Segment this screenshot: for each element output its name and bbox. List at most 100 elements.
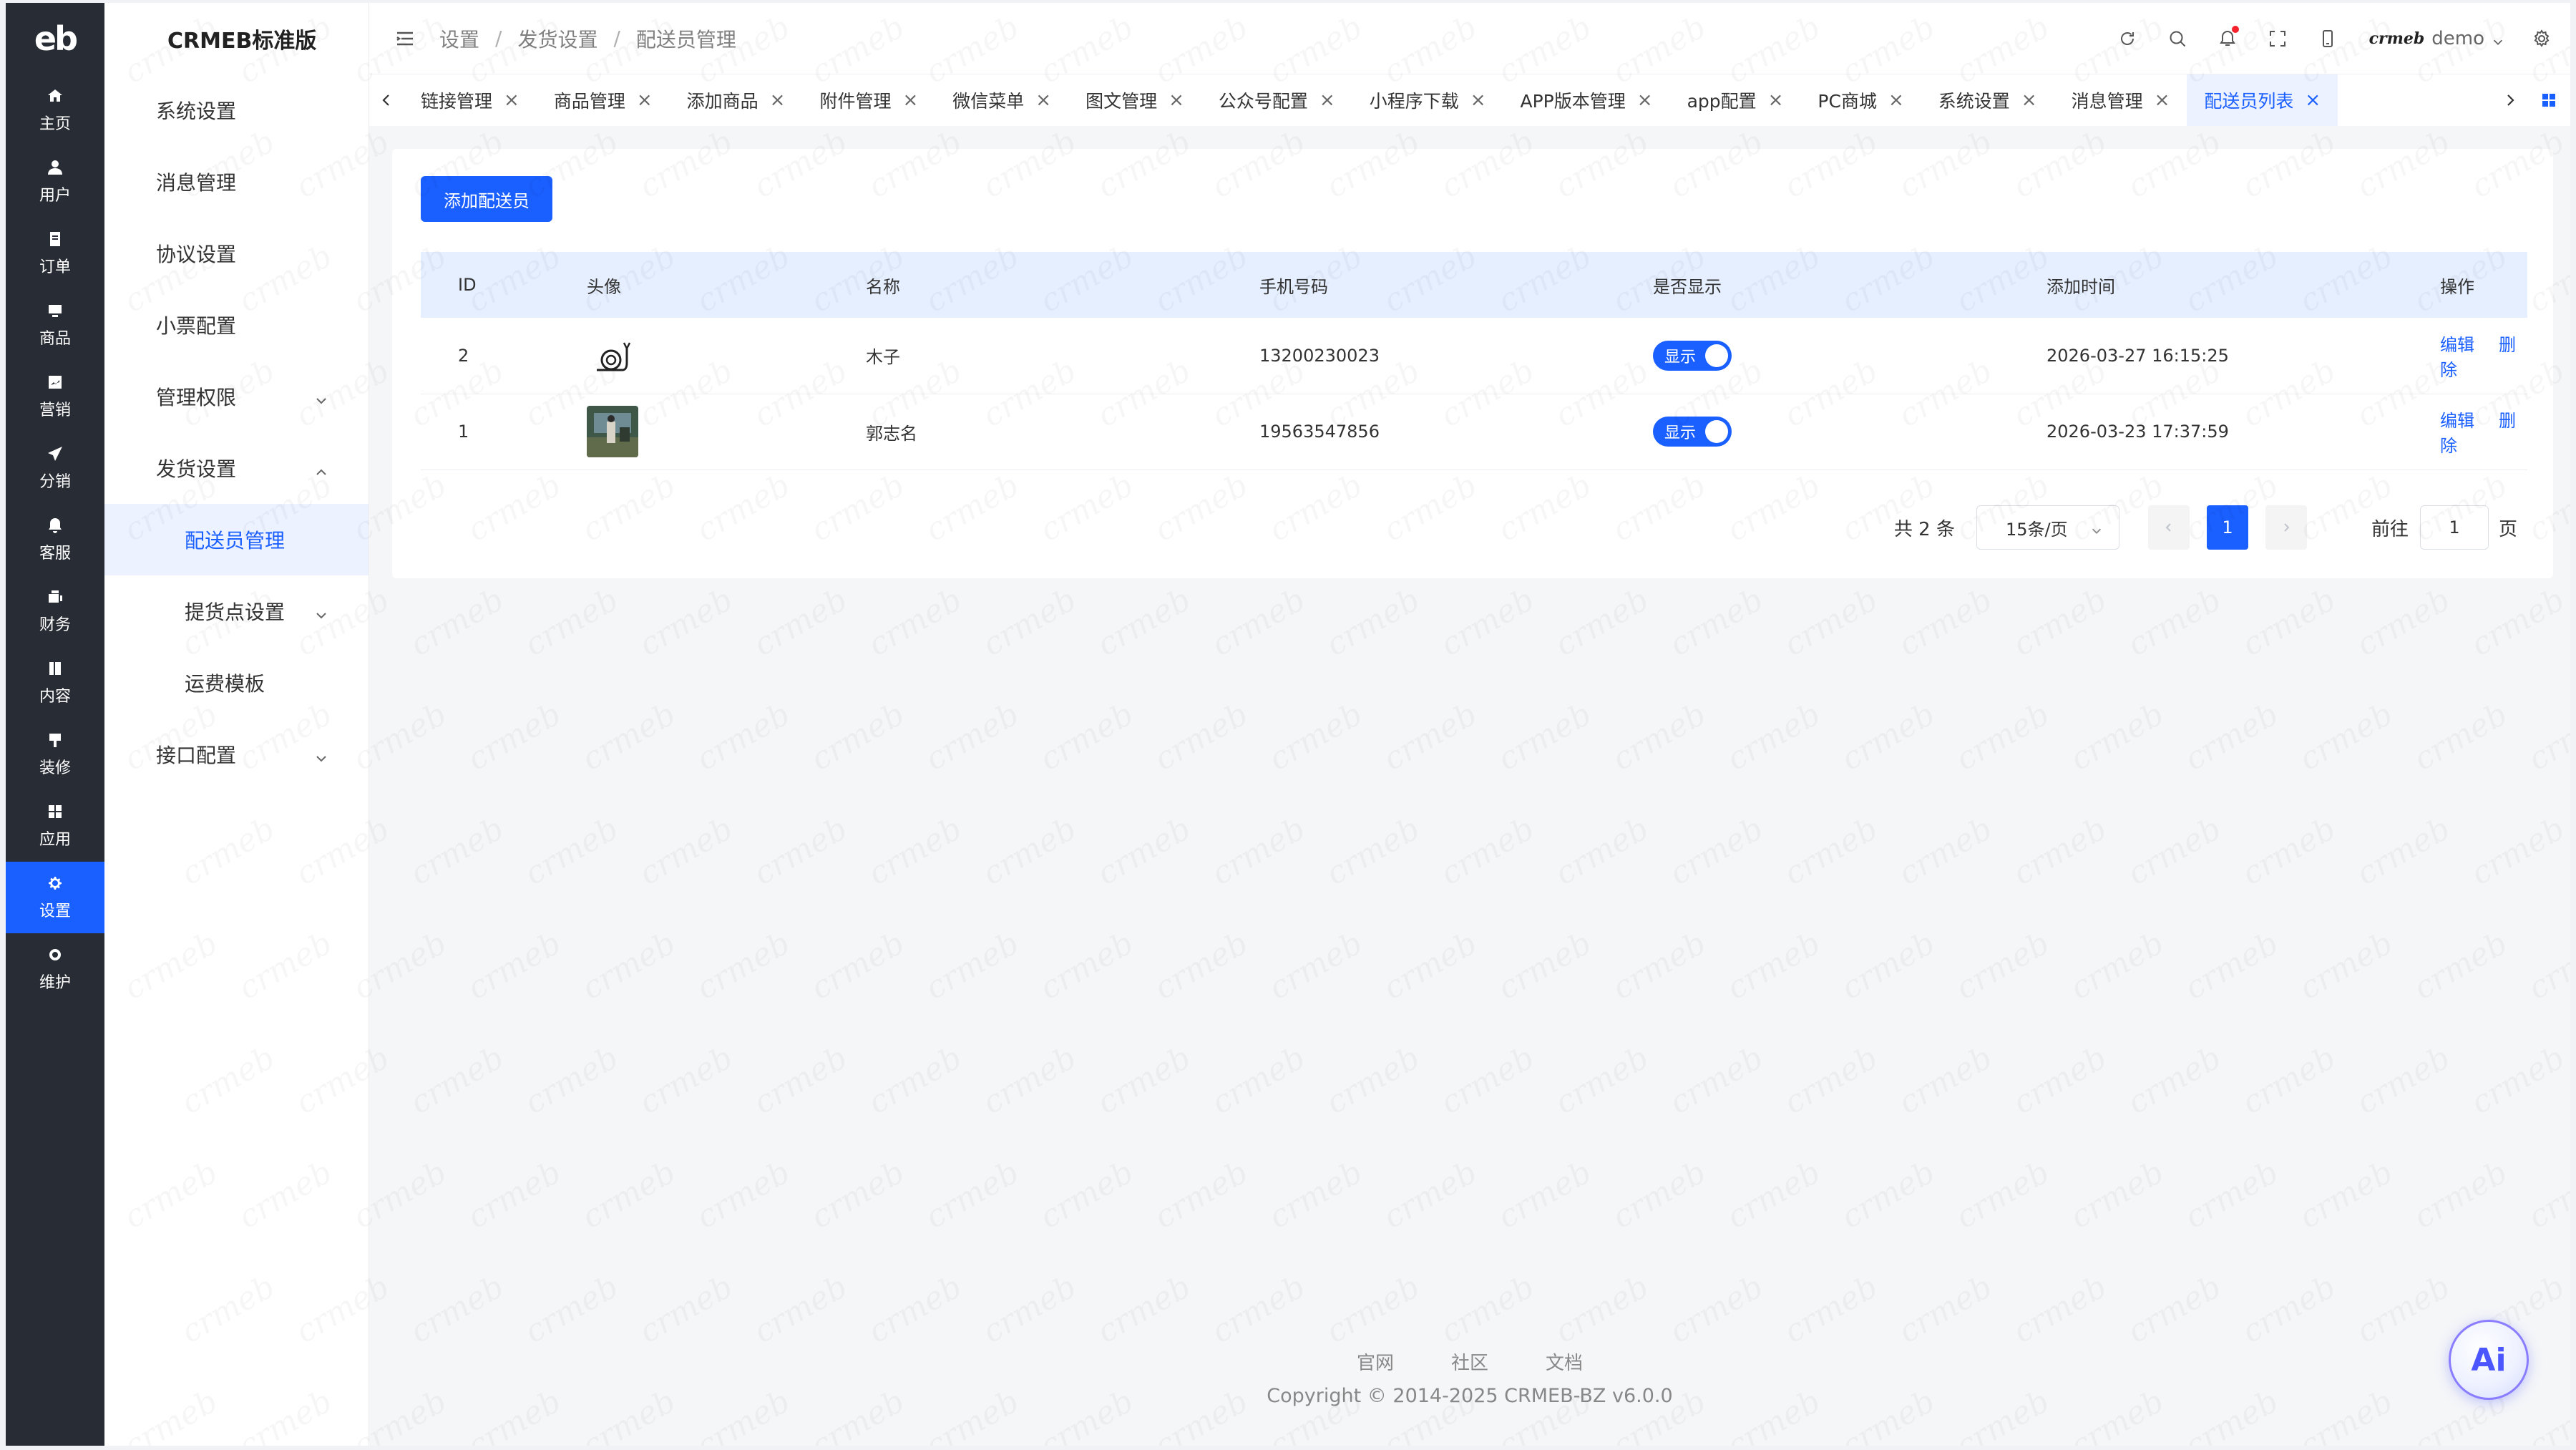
- notification-bell-icon[interactable]: [2215, 26, 2240, 52]
- add-courier-button[interactable]: 添加配送员: [421, 176, 552, 222]
- footer-link-docs[interactable]: 文档: [1546, 1348, 1583, 1375]
- close-icon[interactable]: ×: [1319, 89, 1335, 111]
- close-icon[interactable]: ×: [1169, 89, 1184, 111]
- mobile-preview-icon[interactable]: [2315, 26, 2341, 52]
- tab-attachment-management[interactable]: 附件管理 ×: [802, 74, 935, 126]
- edit-link[interactable]: 编辑: [2440, 335, 2474, 355]
- close-icon[interactable]: ×: [1888, 89, 1904, 111]
- watermark-text: crmeb: [748, 581, 854, 663]
- rail-item-order[interactable]: 订单: [6, 218, 104, 289]
- close-icon[interactable]: ×: [1768, 89, 1784, 111]
- close-icon[interactable]: ×: [637, 89, 653, 111]
- tab-pc-mall[interactable]: PC商城 ×: [1800, 74, 1921, 126]
- submenu-item-shipping[interactable]: 发货设置: [104, 432, 369, 504]
- tab-miniprogram-download[interactable]: 小程序下载 ×: [1352, 74, 1503, 126]
- close-icon[interactable]: ×: [504, 89, 519, 111]
- user-menu[interactable]: crmeb demo: [2369, 28, 2504, 49]
- rail-item-product[interactable]: 商品: [6, 289, 104, 361]
- goto-page-input[interactable]: [2419, 505, 2489, 550]
- tab-message-management[interactable]: 消息管理 ×: [2054, 74, 2187, 126]
- close-icon[interactable]: ×: [902, 89, 918, 111]
- refresh-icon[interactable]: [2114, 26, 2140, 52]
- submenu-item-api-config[interactable]: 接口配置: [104, 719, 369, 790]
- tab-product-management[interactable]: 商品管理 ×: [537, 74, 670, 126]
- rail-item-content[interactable]: 内容: [6, 647, 104, 719]
- rail-item-settings[interactable]: 设置: [6, 862, 104, 933]
- submenu-item-pickup-points[interactable]: 提货点设置: [104, 575, 369, 647]
- close-icon[interactable]: ×: [2305, 89, 2321, 111]
- apps-icon: [46, 802, 64, 821]
- tab-official-account-config[interactable]: 公众号配置 ×: [1201, 74, 1352, 126]
- fullscreen-icon[interactable]: [2265, 26, 2290, 52]
- cell-avatar: [550, 318, 829, 394]
- footer-link-community[interactable]: 社区: [1451, 1348, 1488, 1375]
- page-number-current[interactable]: 1: [2206, 505, 2248, 550]
- photo-avatar-icon[interactable]: [587, 406, 638, 457]
- submenu-item-receipt[interactable]: 小票配置: [104, 289, 369, 361]
- rail-item-maintain[interactable]: 维护: [6, 933, 104, 1005]
- close-icon[interactable]: ×: [1470, 89, 1486, 111]
- bell-icon: [46, 516, 64, 535]
- tab-wechat-menu[interactable]: 微信菜单 ×: [935, 74, 1068, 126]
- tab-app-version[interactable]: APP版本管理 ×: [1503, 74, 1670, 126]
- rail-item-decorate[interactable]: 装修: [6, 719, 104, 790]
- ai-assistant-button[interactable]: Ai: [2449, 1320, 2529, 1400]
- rail-item-finance[interactable]: 财务: [6, 575, 104, 647]
- tab-link-management[interactable]: 链接管理 ×: [404, 74, 537, 126]
- page-size-select[interactable]: 15条/页: [1976, 505, 2119, 550]
- tabs-scroll-left-icon[interactable]: [369, 74, 404, 126]
- submenu-item-system-settings[interactable]: 系统设置: [104, 74, 369, 146]
- tabs-scroll-right-icon[interactable]: [2493, 74, 2527, 126]
- submenu-item-agreement[interactable]: 协议设置: [104, 218, 369, 289]
- menu-toggle-icon[interactable]: [392, 26, 418, 52]
- breadcrumb-item[interactable]: 发货设置: [517, 24, 597, 53]
- tabs-menu-grid-icon[interactable]: [2527, 74, 2570, 126]
- tab-article-management[interactable]: 图文管理 ×: [1068, 74, 1201, 126]
- close-icon[interactable]: ×: [2155, 89, 2170, 111]
- submenu-item-permissions[interactable]: 管理权限: [104, 361, 369, 432]
- visibility-toggle[interactable]: 显示: [1653, 340, 1732, 371]
- snail-avatar-icon[interactable]: [587, 329, 638, 381]
- rail-item-apps[interactable]: 应用: [6, 790, 104, 862]
- watermark-text: crmeb: [1091, 581, 1197, 663]
- watermark-text: crmeb: [1320, 1268, 1426, 1351]
- watermark-text: crmeb: [1263, 925, 1369, 1007]
- chevron-down-icon: [314, 389, 328, 404]
- tab-courier-list[interactable]: 配送员列表 ×: [2187, 74, 2338, 126]
- watermark-text: crmeb: [1893, 1039, 1999, 1121]
- submenu-label: 接口配置: [156, 744, 237, 767]
- prev-page-button[interactable]: [2147, 505, 2190, 550]
- search-icon[interactable]: [2165, 26, 2190, 52]
- submenu-item-courier-management[interactable]: 配送员管理: [104, 504, 369, 575]
- rail-item-user[interactable]: 用户: [6, 146, 104, 218]
- watermark-text: crmeb: [2351, 1268, 2457, 1351]
- tab-app-config[interactable]: app配置 ×: [1670, 74, 1801, 126]
- chevron-down-icon: [314, 604, 328, 619]
- breadcrumb-item[interactable]: 设置: [439, 24, 479, 53]
- watermark-text: crmeb: [633, 810, 739, 892]
- watermark-text: crmeb: [2351, 810, 2457, 892]
- watermark-text: crmeb: [404, 1268, 510, 1351]
- watermark-text: crmeb: [576, 1154, 682, 1236]
- submenu-item-message[interactable]: 消息管理: [104, 146, 369, 218]
- rail-item-distribution[interactable]: 分销: [6, 432, 104, 504]
- edit-link[interactable]: 编辑: [2440, 411, 2474, 431]
- close-icon[interactable]: ×: [770, 89, 786, 111]
- tab-add-product[interactable]: 添加商品 ×: [670, 74, 803, 126]
- footer-link-official-site[interactable]: 官网: [1357, 1348, 1394, 1375]
- submenu-item-freight-template[interactable]: 运费模板: [104, 647, 369, 719]
- visibility-toggle[interactable]: 显示: [1653, 417, 1732, 447]
- rail-item-marketing[interactable]: 营销: [6, 361, 104, 432]
- watermark-text: crmeb: [1664, 810, 1770, 892]
- next-page-button[interactable]: [2265, 505, 2307, 550]
- close-icon[interactable]: ×: [2021, 89, 2037, 111]
- settings-gear-icon[interactable]: [2529, 26, 2555, 52]
- close-icon[interactable]: ×: [1637, 89, 1653, 111]
- app-logo[interactable]: eb: [6, 3, 104, 74]
- watermark-text: crmeb: [691, 1154, 796, 1236]
- tab-label: 商品管理: [553, 91, 625, 112]
- rail-item-home[interactable]: 主页: [6, 74, 104, 146]
- tab-system-settings[interactable]: 系统设置 ×: [1921, 74, 2054, 126]
- close-icon[interactable]: ×: [1035, 89, 1051, 111]
- rail-item-service[interactable]: 客服: [6, 504, 104, 575]
